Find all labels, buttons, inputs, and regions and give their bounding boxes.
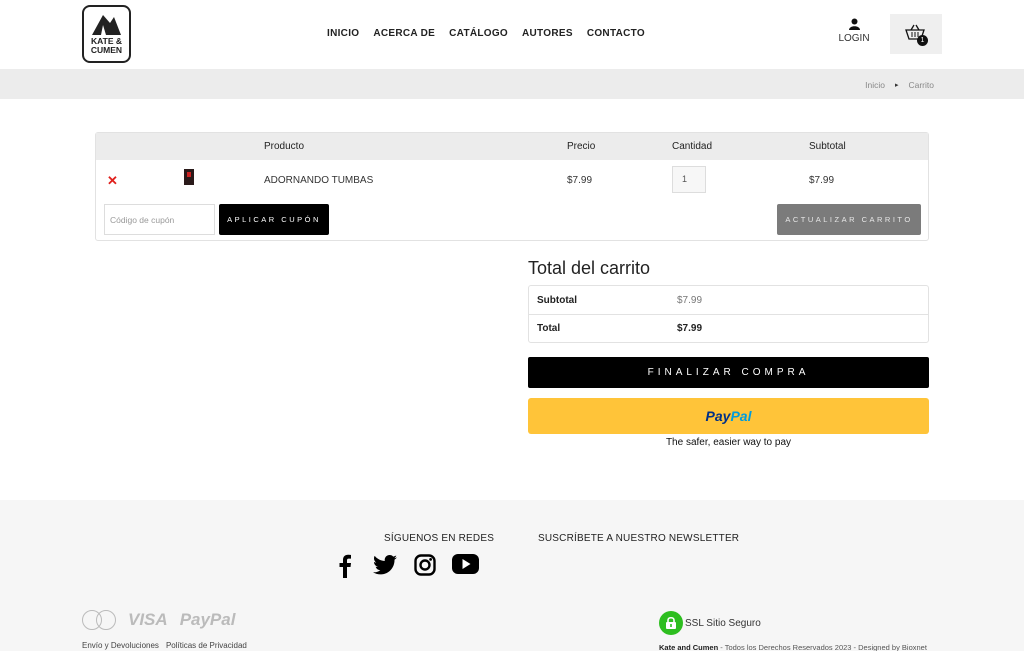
cart-table-header: Producto Precio Cantidad Subtotal <box>96 133 928 160</box>
footer-links: Envío y Devoluciones Políticas de Privac… <box>82 641 247 650</box>
site-footer: SÍGUENOS EN REDES SUSCRÍBETE A NUESTRO N… <box>0 500 1024 651</box>
cart-totals-title: Total del carrito <box>528 258 651 278</box>
paypal-tagline: The safer, easier way to pay <box>665 437 792 448</box>
product-price: $7.99 <box>567 175 593 186</box>
column-header-price: Precio <box>567 141 596 152</box>
paypal-button[interactable]: PayPal <box>528 398 929 434</box>
instagram-icon[interactable] <box>414 554 436 576</box>
logo-text-line2: CUMEN <box>90 45 123 55</box>
quantity-input[interactable]: 1 <box>672 166 706 193</box>
cart-button[interactable]: 1 <box>890 14 942 54</box>
checkout-button[interactable]: FINALIZAR COMPRA <box>528 357 929 388</box>
padlock-icon <box>659 611 683 635</box>
main-nav: INICIO ACERCA DE CATÁLOGO AUTORES CONTAC… <box>327 28 645 39</box>
paypal-logo: PayPal <box>179 610 236 629</box>
copyright-rest: - Todos los Derechos Reservados 2023 - D… <box>718 643 927 651</box>
product-name[interactable]: ADORNANDO TUMBAS <box>264 175 373 186</box>
house-logo-icon <box>92 15 121 35</box>
footer-link-privacy[interactable]: Políticas de Privacidad <box>166 641 247 650</box>
payment-logos: VISA PayPal <box>82 610 235 630</box>
newsletter-title[interactable]: SUSCRÍBETE A NUESTRO NEWSLETTER <box>538 533 739 544</box>
cart-totals-table: Subtotal $7.99 Total $7.99 <box>528 285 929 343</box>
remove-item-icon[interactable]: ✕ <box>107 173 118 189</box>
breadcrumb-home[interactable]: Inicio <box>865 80 885 90</box>
copyright-brand: Kate and Cumen <box>659 643 719 651</box>
ssl-badge: SSL Sitio Seguro <box>659 611 761 635</box>
site-logo[interactable]: KATE & CUMEN <box>82 5 131 63</box>
column-header-product: Producto <box>264 141 305 152</box>
breadcrumb: Inicio ▸ Carrito <box>865 80 934 90</box>
facebook-icon[interactable] <box>337 554 352 578</box>
column-header-subtotal: Subtotal <box>809 141 846 152</box>
cart-count-badge: 1 <box>917 35 928 46</box>
subtotal-value: $7.99 <box>677 295 703 306</box>
visa-logo: VISA <box>128 610 168 629</box>
footer-link-shipping[interactable]: Envío y Devoluciones <box>82 641 159 650</box>
total-value: $7.99 <box>677 323 703 334</box>
paypal-logo-pay: Pay <box>705 408 731 424</box>
follow-us-title: SÍGUENOS EN REDES <box>384 533 495 544</box>
mastercard-logo-icon <box>82 610 116 630</box>
column-header-quantity: Cantidad <box>672 141 713 152</box>
coupon-input[interactable]: Código de cupón <box>104 204 215 235</box>
cart-table: Producto Precio Cantidad Subtotal ✕ ADOR… <box>95 132 929 241</box>
chevron-right-icon: ▸ <box>894 82 899 89</box>
product-subtotal: $7.99 <box>809 175 835 186</box>
breadcrumb-bar: Inicio ▸ Carrito <box>0 69 1024 99</box>
totals-divider <box>529 314 928 315</box>
ssl-label: SSL Sitio Seguro <box>685 617 761 629</box>
nav-item-acerca-de[interactable]: ACERCA DE <box>373 28 435 39</box>
nav-item-autores[interactable]: AUTORES <box>522 28 573 39</box>
nav-item-inicio[interactable]: INICIO <box>327 28 359 39</box>
product-thumbnail[interactable] <box>184 169 194 185</box>
login-link[interactable]: LOGIN <box>836 18 872 44</box>
update-cart-button[interactable]: ACTUALIZAR CARRITO <box>777 204 921 235</box>
paypal-logo-pal: Pal <box>730 408 752 424</box>
apply-coupon-button[interactable]: APLICAR CUPÓN <box>219 204 329 235</box>
site-header: KATE & CUMEN INICIO ACERCA DE CATÁLOGO A… <box>0 0 1024 69</box>
subtotal-label: Subtotal <box>537 295 577 306</box>
total-label: Total <box>537 323 561 334</box>
copyright-text: Kate and Cumen - Todos los Derechos Rese… <box>659 643 927 651</box>
user-icon <box>848 18 860 30</box>
youtube-icon[interactable] <box>452 554 479 574</box>
login-label: LOGIN <box>838 33 870 44</box>
twitter-icon[interactable] <box>373 554 397 576</box>
nav-item-catalogo[interactable]: CATÁLOGO <box>449 28 508 39</box>
nav-item-contacto[interactable]: CONTACTO <box>587 28 645 39</box>
breadcrumb-current: Carrito <box>908 80 934 90</box>
